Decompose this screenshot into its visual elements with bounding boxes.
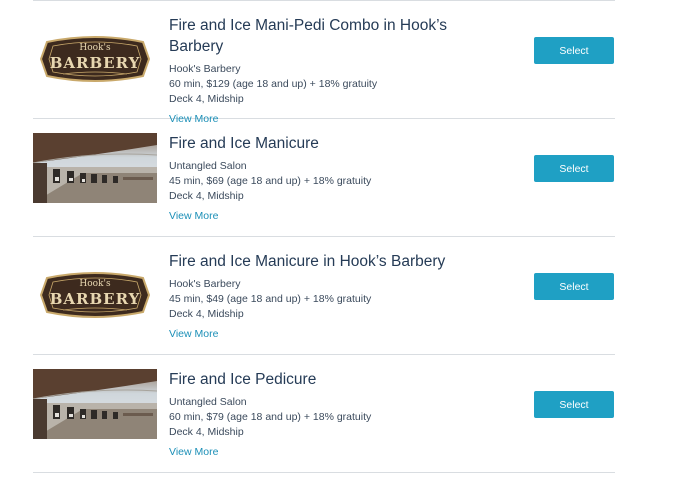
service-title: Fire and Ice Manicure xyxy=(169,135,319,152)
service-details: 60 min, $129 (age 18 and up) + 18% gratu… xyxy=(169,78,378,90)
service-location: Deck 4, Midship xyxy=(169,190,244,202)
venue-name: Hook's Barbery xyxy=(169,63,241,75)
salon-photo xyxy=(33,369,157,439)
service-location: Deck 4, Midship xyxy=(169,308,244,320)
venue-name: Hook's Barbery xyxy=(169,278,241,290)
service-title: Fire and Ice Pedicure xyxy=(169,371,317,388)
list-item: Hook's BARBERY Fire and Ice Mani-Pedi Co… xyxy=(33,1,615,125)
select-button[interactable]: Select xyxy=(534,37,614,64)
service-info: Fire and Ice Manicure Untangled Salon 45… xyxy=(169,133,469,224)
hooks-barbery-logo: Hook's BARBERY xyxy=(33,260,157,330)
service-title-line1: Fire and Ice Mani-Pedi Combo in Hook’s xyxy=(169,17,447,34)
service-list: Hook's BARBERY Fire and Ice Mani-Pedi Co… xyxy=(33,0,615,473)
hooks-barbery-logo: Hook's BARBERY xyxy=(33,24,157,94)
logo-lettering-main: BARBERY xyxy=(50,54,141,72)
service-info: Fire and Ice Manicure in Hook’s Barbery … xyxy=(169,251,469,342)
view-more-link[interactable]: View More xyxy=(169,327,218,342)
view-more-link[interactable]: View More xyxy=(169,209,218,224)
service-details: 45 min, $49 (age 18 and up) + 18% gratui… xyxy=(169,293,372,305)
list-item: Fire and Ice Manicure Untangled Salon 45… xyxy=(33,119,615,236)
service-title: Fire and Ice Mani-Pedi Combo in Hook’s B… xyxy=(169,15,469,57)
service-info: Fire and Ice Mani-Pedi Combo in Hook’s B… xyxy=(169,15,469,127)
select-button[interactable]: Select xyxy=(534,391,614,418)
service-location: Deck 4, Midship xyxy=(169,426,244,438)
logo-lettering-main: BARBERY xyxy=(50,290,141,308)
service-info: Fire and Ice Pedicure Untangled Salon 60… xyxy=(169,369,469,460)
select-button[interactable]: Select xyxy=(534,273,614,300)
service-details: 60 min, $79 (age 18 and up) + 18% gratui… xyxy=(169,411,372,423)
service-location: Deck 4, Midship xyxy=(169,93,244,105)
service-title-line2: Barbery xyxy=(169,38,224,55)
list-item: Fire and Ice Pedicure Untangled Salon 60… xyxy=(33,355,615,472)
venue-name: Untangled Salon xyxy=(169,160,247,172)
list-item: Hook's BARBERY Fire and Ice Manicure in … xyxy=(33,237,615,354)
select-button[interactable]: Select xyxy=(534,155,614,182)
venue-name: Untangled Salon xyxy=(169,396,247,408)
view-more-link[interactable]: View More xyxy=(169,445,218,460)
service-title: Fire and Ice Manicure in Hook’s Barbery xyxy=(169,253,446,270)
logo-lettering-top: Hook's xyxy=(79,43,111,53)
divider xyxy=(33,472,615,473)
service-details: 45 min, $69 (age 18 and up) + 18% gratui… xyxy=(169,175,372,187)
salon-photo xyxy=(33,133,157,203)
logo-lettering-top: Hook's xyxy=(79,279,111,289)
